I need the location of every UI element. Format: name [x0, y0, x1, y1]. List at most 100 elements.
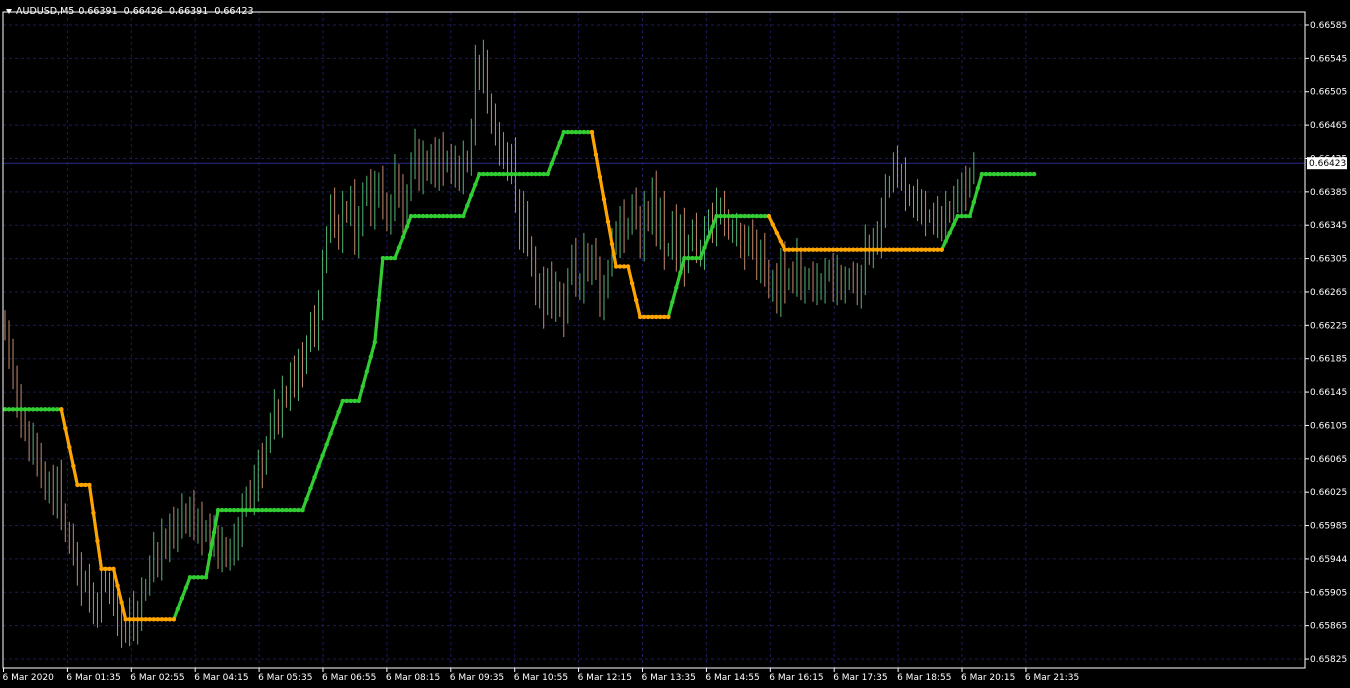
trend-dot [239, 507, 245, 513]
trend-dot [513, 171, 518, 177]
trend-dot [51, 407, 56, 412]
trend-dot [509, 171, 514, 177]
triangle-down-icon[interactable] [6, 8, 12, 14]
trend-dot [851, 247, 856, 252]
trend-dot [465, 203, 470, 208]
chart-background [0, 0, 1350, 688]
trend-dot [400, 234, 406, 240]
x-tick-label: 6 Mar 12:15 [578, 673, 632, 683]
trend-dot [935, 247, 940, 252]
trend-dot [477, 171, 482, 177]
trend-dot [987, 171, 993, 177]
trend-dot [461, 213, 466, 219]
trend-dot [127, 617, 132, 622]
trend-dot [658, 314, 663, 320]
trend-dot [159, 617, 164, 622]
trend-dot [18, 407, 24, 412]
trend-dot [364, 369, 369, 374]
trend-dot [722, 213, 727, 219]
trend-dot [995, 171, 1001, 177]
trend-dot [211, 530, 217, 535]
y-tick-label: 0.66225 [1310, 321, 1347, 331]
trend-dot [151, 617, 156, 622]
trend-dot [782, 247, 788, 252]
trend-dot [806, 247, 812, 252]
y-tick-label: 0.66585 [1310, 21, 1347, 31]
trend-dot [6, 407, 12, 412]
trend-dot [449, 213, 454, 219]
trend-dot [646, 314, 651, 320]
x-tick-label: 6 Mar 09:35 [450, 673, 504, 683]
trend-dot [416, 213, 422, 219]
trend-dot [814, 247, 820, 252]
trend-dot [473, 182, 478, 187]
trend-dot [847, 247, 852, 252]
trend-dot [690, 255, 695, 261]
trend-dot [746, 213, 751, 219]
trend-dot [22, 407, 28, 412]
trend-dot [919, 247, 924, 252]
trend-dot [95, 538, 100, 544]
trend-dot [244, 507, 249, 513]
trend-dot [1019, 171, 1025, 177]
trend-dot [14, 407, 20, 412]
trend-dot [967, 213, 972, 219]
trend-dot [915, 247, 920, 252]
trend-dot [131, 617, 136, 622]
trend-dot [505, 171, 510, 177]
x-tick-label: 6 Mar 05:35 [258, 673, 312, 683]
y-tick-label: 0.66505 [1310, 88, 1347, 98]
trend-dot [372, 339, 378, 345]
trend-dot [770, 222, 776, 227]
current-price-label: 0.66423 [1309, 159, 1346, 169]
trend-dot [834, 247, 840, 252]
trend-dot [1027, 171, 1033, 177]
trend-dot [525, 171, 530, 177]
trend-dot [911, 247, 916, 252]
trend-dot [268, 507, 273, 513]
trend-dot [91, 510, 96, 516]
trend-dot [923, 247, 928, 252]
trend-dot [139, 617, 144, 622]
trend-dot [641, 314, 647, 320]
trend-dot [654, 314, 659, 320]
trend-dot [171, 617, 177, 622]
trend-dot [481, 171, 486, 177]
trend-dot [404, 224, 410, 229]
trend-dot [826, 247, 832, 252]
trend-dot [376, 297, 382, 303]
trend-dot [252, 507, 257, 513]
trend-dot [428, 213, 434, 219]
trend-dot [292, 507, 297, 513]
trend-dot [356, 398, 361, 404]
trend-dot [312, 475, 317, 480]
trend-dot [215, 507, 221, 513]
trend-dot [991, 171, 997, 177]
trend-dot [432, 213, 438, 219]
trend-dot [541, 171, 546, 177]
trend-dot [730, 213, 735, 219]
trend-dot [613, 264, 619, 269]
trend-dot [284, 507, 289, 513]
trend-dot [774, 230, 780, 236]
trend-dot [392, 255, 398, 261]
trend-dot [585, 129, 591, 135]
trend-dot [633, 297, 639, 303]
trend-dot [979, 171, 985, 177]
symbol-label: AUDUSD,M5 [16, 5, 75, 17]
trend-dot [163, 617, 168, 622]
price-chart[interactable]: 0.665850.665450.665050.664650.664250.663… [0, 0, 1350, 688]
y-tick-label: 0.66265 [1310, 288, 1347, 298]
y-tick-label: 0.66185 [1310, 355, 1347, 365]
trend-dot [573, 129, 579, 135]
x-tick-label: 6 Mar 21:35 [1025, 673, 1079, 683]
trend-dot [698, 255, 703, 261]
trend-dot [207, 552, 213, 558]
trend-dot [971, 199, 977, 205]
trend-dot [754, 213, 759, 219]
trend-dot [199, 575, 205, 580]
trend-dot [445, 213, 450, 219]
trend-dot [1023, 171, 1029, 177]
ohlc-values: 0.66391 0.66426 0.66391 0.66423 [78, 6, 256, 17]
trend-dot [87, 482, 92, 488]
